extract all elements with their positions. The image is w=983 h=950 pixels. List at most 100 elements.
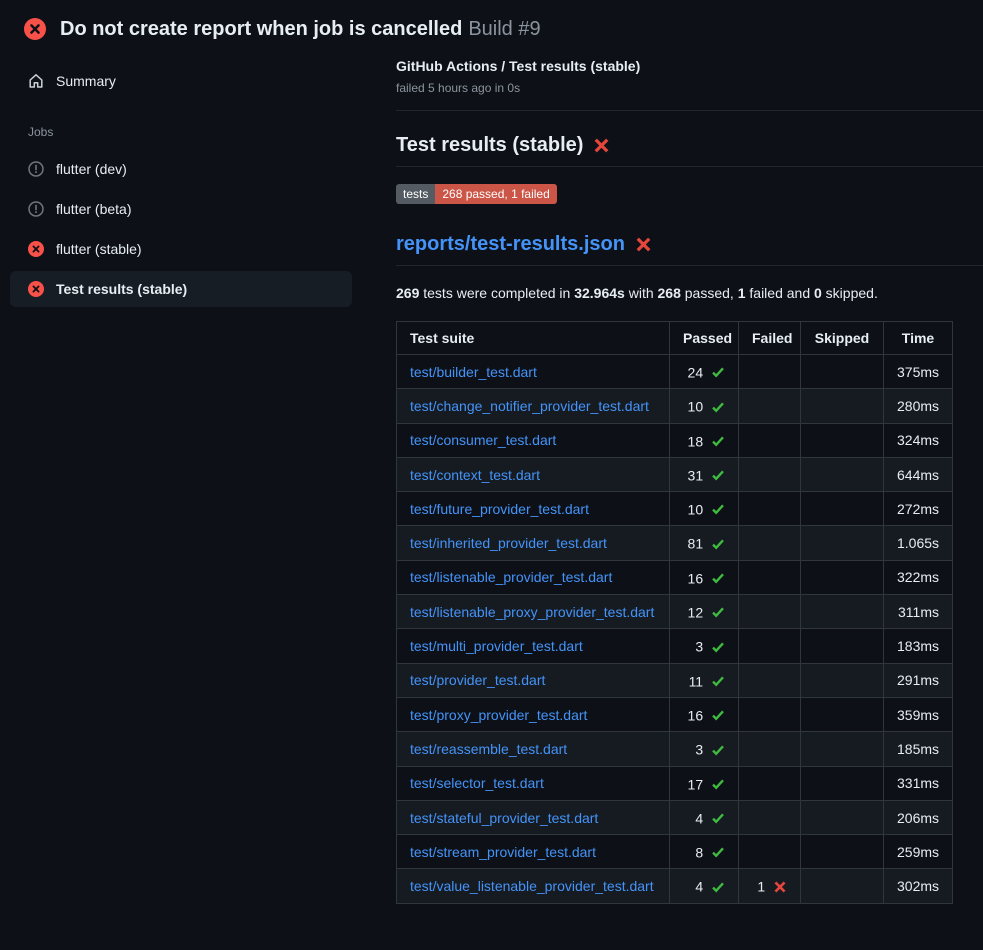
home-icon <box>28 73 44 89</box>
table-row: test/builder_test.dart 24 375ms <box>397 355 953 389</box>
passed-cell: 16 <box>670 697 739 731</box>
suite-link[interactable]: test/reassemble_test.dart <box>410 741 567 757</box>
passed-cell: 81 <box>670 526 739 560</box>
suite-link[interactable]: test/value_listenable_provider_test.dart <box>410 878 654 894</box>
skipped-cell <box>801 560 884 594</box>
check-icon <box>711 502 725 516</box>
passed-cell: 17 <box>670 766 739 800</box>
suite-link[interactable]: test/inherited_provider_test.dart <box>410 535 607 551</box>
suite-cell: test/listenable_provider_test.dart <box>397 560 670 594</box>
suite-link[interactable]: test/multi_provider_test.dart <box>410 638 583 654</box>
report-link[interactable]: reports/test-results.json <box>396 233 625 255</box>
col-header-time: Time <box>884 322 953 355</box>
cancelled-icon <box>28 161 44 177</box>
skipped-cell <box>801 355 884 389</box>
passed-cell: 10 <box>670 492 739 526</box>
sidebar-item-flutter-beta[interactable]: flutter (beta) <box>10 191 352 227</box>
passed-cell: 10 <box>670 389 739 423</box>
failed-cell <box>739 560 801 594</box>
suite-cell: test/change_notifier_provider_test.dart <box>397 389 670 423</box>
failed-cell <box>739 835 801 869</box>
table-row: test/listenable_proxy_provider_test.dart… <box>397 595 953 629</box>
table-row: test/selector_test.dart 17 331ms <box>397 766 953 800</box>
col-header-passed: Passed <box>670 322 739 355</box>
report-heading: reports/test-results.json <box>396 232 983 266</box>
suite-link[interactable]: test/context_test.dart <box>410 467 540 483</box>
failed-cell <box>739 663 801 697</box>
failed-cell <box>739 800 801 834</box>
job-label: flutter (beta) <box>56 200 131 218</box>
failed-cell <box>739 355 801 389</box>
check-icon <box>711 640 725 654</box>
skipped-cell <box>801 732 884 766</box>
check-run-header: Do not create report when job is cancell… <box>0 0 983 41</box>
suite-cell: test/selector_test.dart <box>397 766 670 800</box>
passed-cell: 4 <box>670 869 739 903</box>
failure-circle-icon <box>24 18 46 40</box>
failed-cell: 1 <box>739 869 801 903</box>
passed-cell: 24 <box>670 355 739 389</box>
failed-cell <box>739 423 801 457</box>
suite-cell: test/proxy_provider_test.dart <box>397 697 670 731</box>
suite-link[interactable]: test/future_provider_test.dart <box>410 501 589 517</box>
job-label: flutter (stable) <box>56 240 142 258</box>
suite-cell: test/consumer_test.dart <box>397 423 670 457</box>
suite-link[interactable]: test/change_notifier_provider_test.dart <box>410 398 649 414</box>
suite-link[interactable]: test/builder_test.dart <box>410 364 537 380</box>
check-icon <box>711 605 725 619</box>
sidebar-item-summary[interactable]: Summary <box>10 63 352 99</box>
sidebar-item-test-results-stable[interactable]: Test results (stable) <box>10 271 352 307</box>
col-header-skipped: Skipped <box>801 322 884 355</box>
badge-label: tests <box>396 184 435 204</box>
skipped-cell <box>801 423 884 457</box>
time-cell: 331ms <box>884 766 953 800</box>
time-cell: 272ms <box>884 492 953 526</box>
table-row: test/consumer_test.dart18 324ms <box>397 423 953 457</box>
time-cell: 259ms <box>884 835 953 869</box>
suite-link[interactable]: test/listenable_proxy_provider_test.dart <box>410 604 654 620</box>
x-icon <box>773 880 787 894</box>
time-cell: 302ms <box>884 869 953 903</box>
table-row: test/value_listenable_provider_test.dart… <box>397 869 953 903</box>
suite-link[interactable]: test/consumer_test.dart <box>410 432 556 448</box>
time-cell: 324ms <box>884 423 953 457</box>
sidebar-item-label: Summary <box>56 72 116 90</box>
check-icon <box>711 743 725 757</box>
jobs-section-label: Jobs <box>28 125 352 139</box>
col-header-test-suite: Test suite <box>397 322 670 355</box>
passed-cell: 12 <box>670 595 739 629</box>
time-cell: 1.065s <box>884 526 953 560</box>
suite-link[interactable]: test/listenable_provider_test.dart <box>410 569 612 585</box>
summary-line: 269 tests were completed in 32.964s with… <box>396 283 983 303</box>
failure-circle-icon <box>28 281 44 297</box>
passed-cell: 3 <box>670 629 739 663</box>
sidebar-item-flutter-dev[interactable]: flutter (dev) <box>10 151 352 187</box>
suite-link[interactable]: test/stream_provider_test.dart <box>410 844 596 860</box>
suite-cell: test/stateful_provider_test.dart <box>397 800 670 834</box>
suite-link[interactable]: test/provider_test.dart <box>410 672 545 688</box>
page-title: Do not create report when job is cancell… <box>60 17 541 41</box>
skipped-cell <box>801 697 884 731</box>
check-title: Do not create report when job is cancell… <box>60 18 462 40</box>
jobs-sidebar: Summary Jobs flutter (dev) flutter (beta… <box>0 55 372 311</box>
time-cell: 185ms <box>884 732 953 766</box>
time-cell: 183ms <box>884 629 953 663</box>
skipped-cell <box>801 869 884 903</box>
passed-cell: 4 <box>670 800 739 834</box>
test-table-body: test/builder_test.dart 24 375ms test/chang… <box>397 355 953 904</box>
suite-link[interactable]: test/proxy_provider_test.dart <box>410 707 587 723</box>
time-cell: 375ms <box>884 355 953 389</box>
suite-cell: test/reassemble_test.dart <box>397 732 670 766</box>
suite-cell: test/future_provider_test.dart <box>397 492 670 526</box>
cancelled-icon <box>28 201 44 217</box>
suite-cell: test/inherited_provider_test.dart <box>397 526 670 560</box>
time-cell: 322ms <box>884 560 953 594</box>
sidebar-item-flutter-stable[interactable]: flutter (stable) <box>10 231 352 267</box>
check-run-content: GitHub Actions / Test results (stable) f… <box>372 55 983 904</box>
x-icon <box>593 137 610 154</box>
suite-link[interactable]: test/stateful_provider_test.dart <box>410 810 598 826</box>
suite-link[interactable]: test/selector_test.dart <box>410 775 544 791</box>
suite-cell: test/context_test.dart <box>397 457 670 491</box>
check-icon <box>711 537 725 551</box>
check-icon <box>711 400 725 414</box>
